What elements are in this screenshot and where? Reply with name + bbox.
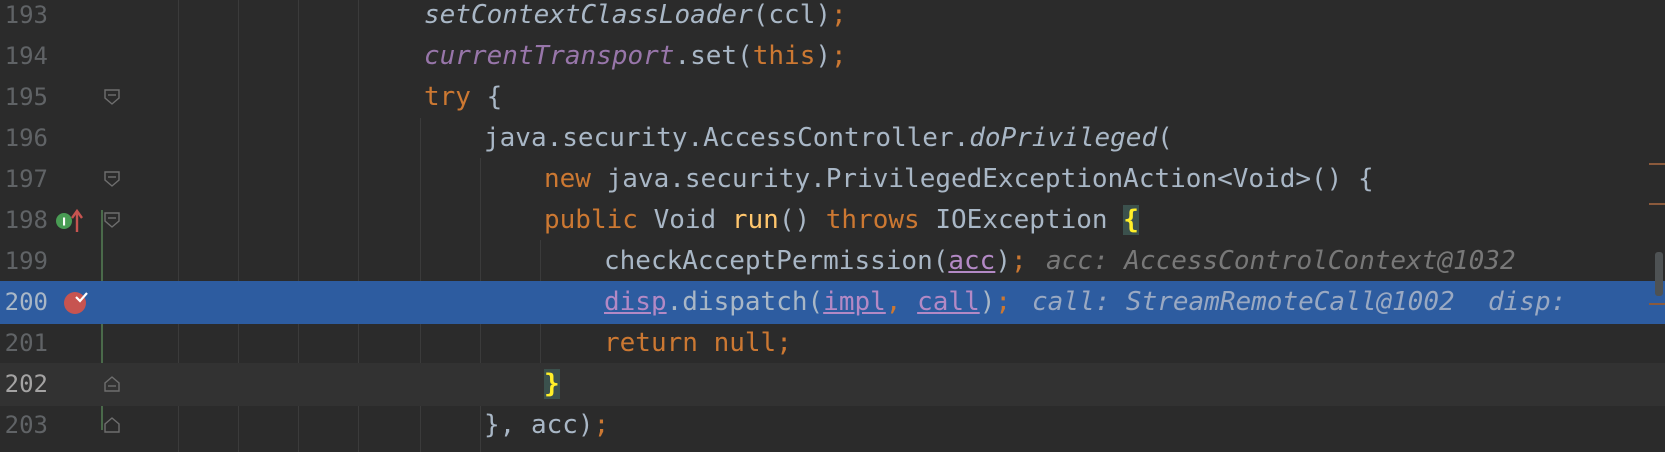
matched-brace: { bbox=[1123, 205, 1139, 235]
code-text: public Void run() throws IOException { bbox=[544, 205, 1139, 235]
code-text: java.security.AccessController.doPrivile… bbox=[484, 123, 1173, 153]
code-text: } bbox=[544, 363, 560, 406]
breakpoint-verified-icon[interactable] bbox=[63, 289, 89, 315]
error-stripe[interactable] bbox=[1647, 0, 1665, 452]
line-number: 196 bbox=[4, 124, 48, 152]
line-number: 203 bbox=[4, 411, 48, 439]
execution-line[interactable]: 200 disp.dispatch(impl, call); call: Str… bbox=[0, 281, 1665, 324]
code-line[interactable]: 203 }, acc); bbox=[0, 404, 1665, 447]
code-line[interactable]: 197 new java.security.PrivilegedExceptio… bbox=[0, 158, 1665, 201]
code-text: disp.dispatch(impl, call); bbox=[604, 287, 1012, 317]
implements-method-icon[interactable]: I bbox=[55, 208, 85, 234]
caret-line[interactable]: 202 } bbox=[0, 363, 1665, 406]
code-line[interactable]: 194 currentTransport.set(this); bbox=[0, 35, 1665, 78]
code-text: new java.security.PrivilegedExceptionAct… bbox=[544, 164, 1374, 194]
code-line[interactable]: 199 checkAcceptPermission(acc); acc: Acc… bbox=[0, 240, 1665, 283]
line-number: 197 bbox=[4, 165, 48, 193]
code-text: setContextClassLoader(ccl); bbox=[424, 0, 847, 30]
fold-marker-icon[interactable] bbox=[104, 171, 120, 187]
stripe-mark[interactable] bbox=[1649, 203, 1665, 205]
code-text: checkAcceptPermission(acc); bbox=[604, 246, 1027, 276]
matched-brace: } bbox=[544, 369, 560, 399]
code-text: currentTransport.set(this); bbox=[424, 41, 847, 71]
line-number: 193 bbox=[4, 1, 48, 29]
fold-marker-icon[interactable] bbox=[104, 89, 120, 105]
fold-marker-icon[interactable] bbox=[104, 417, 120, 433]
code-text: return null; bbox=[604, 328, 792, 358]
scrollbar-thumb[interactable] bbox=[1655, 252, 1663, 296]
inline-debug-value[interactable]: disp: bbox=[1488, 281, 1566, 324]
inline-debug-value[interactable]: acc: AccessControlContext@1032 bbox=[1046, 240, 1516, 283]
stripe-mark[interactable] bbox=[1649, 163, 1665, 165]
code-line[interactable]: 201 return null; bbox=[0, 322, 1665, 365]
line-number: 198 bbox=[4, 206, 48, 234]
stripe-mark[interactable] bbox=[1649, 303, 1665, 305]
line-number: 201 bbox=[4, 329, 48, 357]
inline-debug-value[interactable]: call: StreamRemoteCall@1002 bbox=[1032, 281, 1455, 324]
code-line[interactable]: 198 I public Void run() throws IOExcepti… bbox=[0, 199, 1665, 242]
line-number: 199 bbox=[4, 247, 48, 275]
code-text: }, acc); bbox=[484, 410, 610, 440]
fold-marker-icon[interactable] bbox=[104, 212, 120, 228]
code-line[interactable]: 193 setContextClassLoader(ccl); bbox=[0, 0, 1665, 37]
svg-text:I: I bbox=[62, 216, 66, 229]
code-text: try { bbox=[424, 82, 503, 112]
line-number: 200 bbox=[4, 288, 48, 316]
line-number: 195 bbox=[4, 83, 48, 111]
fold-marker-icon[interactable] bbox=[104, 376, 120, 392]
code-line[interactable]: 196 java.security.AccessController.doPri… bbox=[0, 117, 1665, 160]
code-line[interactable]: 195 try { bbox=[0, 76, 1665, 119]
line-number: 202 bbox=[4, 370, 48, 398]
code-editor[interactable]: 193 setContextClassLoader(ccl); 194 curr… bbox=[0, 0, 1665, 452]
line-number: 194 bbox=[4, 42, 48, 70]
